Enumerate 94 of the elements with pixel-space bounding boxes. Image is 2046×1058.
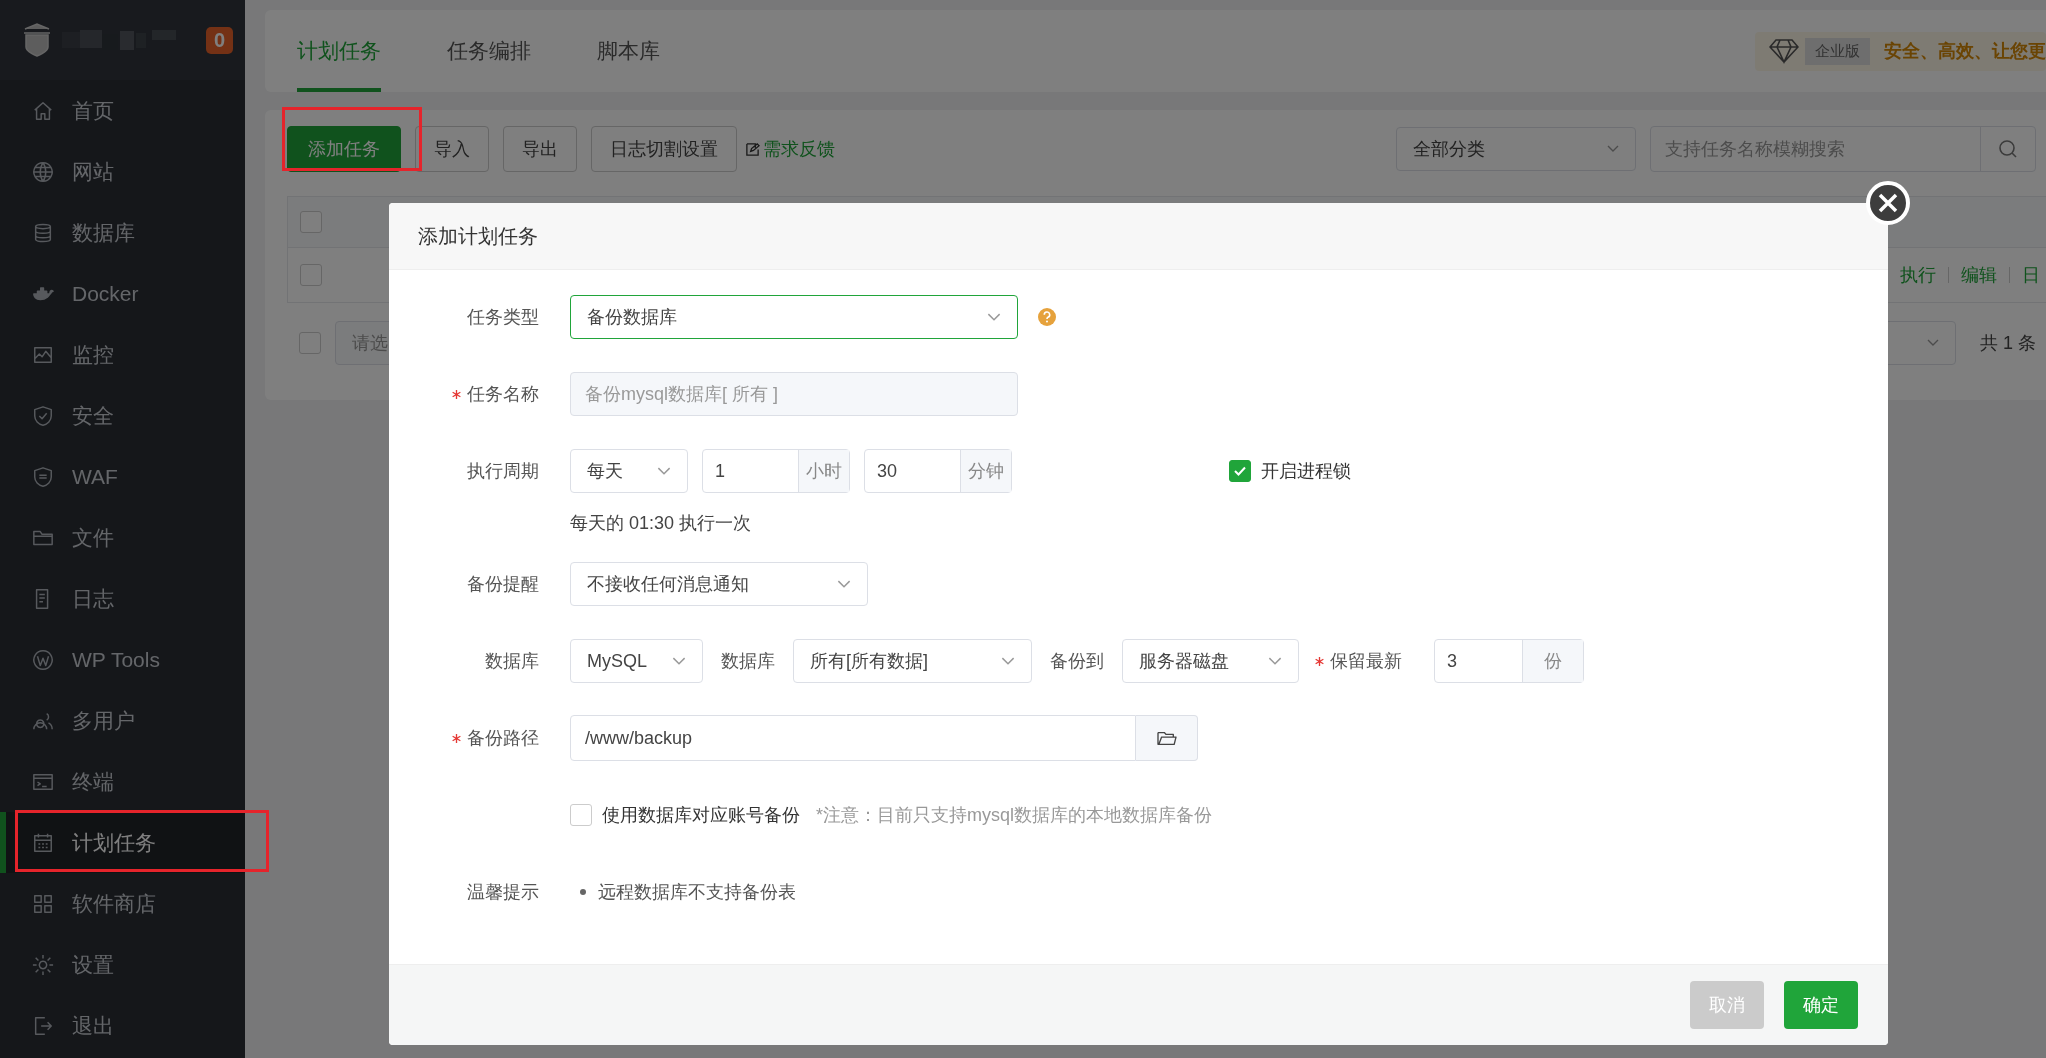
dialog-button[interactable]: 确定 bbox=[1784, 981, 1858, 1029]
total-count: 共 1 条 bbox=[1980, 332, 2036, 355]
field-label: 数据库 bbox=[720, 650, 776, 673]
toolbar-button[interactable]: 导出 bbox=[503, 126, 577, 172]
checkbox[interactable] bbox=[300, 264, 322, 286]
sidebar-item[interactable]: 网站 bbox=[0, 141, 245, 202]
field-label: 数据库 bbox=[485, 650, 539, 673]
field-label: 备份路径 bbox=[467, 727, 539, 750]
keep-count-field[interactable]: 3 份 bbox=[1434, 639, 1584, 683]
house-icon bbox=[32, 99, 54, 122]
tab[interactable]: 任务编排 bbox=[447, 10, 531, 92]
sidebar-item[interactable]: WAF bbox=[0, 446, 245, 507]
field-label: 备份提醒 bbox=[467, 573, 539, 596]
tab[interactable]: 脚本库 bbox=[597, 10, 660, 92]
folder-button[interactable] bbox=[1136, 715, 1198, 761]
database-icon bbox=[32, 221, 54, 244]
sidebar-item[interactable]: Docker bbox=[0, 263, 245, 324]
field-label: 任务类型 bbox=[467, 306, 539, 329]
sidebar-item[interactable]: 首页 bbox=[0, 80, 245, 141]
cycle-select[interactable]: 每天 bbox=[570, 449, 688, 493]
db-type-select[interactable]: MySQL bbox=[570, 639, 703, 683]
diamond-icon bbox=[1769, 38, 1799, 64]
checkbox[interactable] bbox=[299, 332, 321, 354]
backup-target-select[interactable]: 服务器磁盘 bbox=[1122, 639, 1299, 683]
globe-icon bbox=[32, 160, 54, 183]
toolbar-button[interactable]: 日志切割设置 bbox=[591, 126, 737, 172]
promo-banner[interactable]: 企业版 安全、高效、让您更 bbox=[1755, 31, 2046, 71]
minute-field[interactable]: 30 分钟 bbox=[864, 449, 1012, 493]
caret-icon bbox=[672, 656, 686, 666]
shield-icon bbox=[32, 465, 54, 488]
caret-icon bbox=[1001, 656, 1015, 666]
checkbox[interactable] bbox=[570, 804, 592, 826]
edition-tag: 企业版 bbox=[1805, 37, 1870, 65]
search-icon bbox=[1998, 139, 2018, 159]
grid-icon bbox=[32, 892, 54, 915]
sidebar-item[interactable]: 文件 bbox=[0, 507, 245, 568]
tab[interactable]: 计划任务 bbox=[297, 10, 381, 92]
sidebar-item[interactable]: 退出 bbox=[0, 995, 245, 1056]
check-icon bbox=[1233, 464, 1247, 478]
caret-icon bbox=[657, 466, 671, 476]
dialog-title: 添加计划任务 bbox=[418, 223, 538, 249]
field-label: 备份到 bbox=[1049, 650, 1105, 673]
sidebar-item[interactable]: WP Tools bbox=[0, 629, 245, 690]
sidebar-item[interactable]: 日志 bbox=[0, 568, 245, 629]
sidebar-item[interactable]: 多用户 bbox=[0, 690, 245, 751]
caret-icon bbox=[837, 579, 851, 589]
logo-icon bbox=[22, 23, 52, 57]
schedule-hint: 每天的 01:30 执行一次 bbox=[570, 513, 752, 533]
sidebar-item[interactable]: 计划任务 bbox=[0, 812, 245, 873]
bullet-icon bbox=[580, 889, 586, 895]
unit-label: 份 bbox=[1522, 640, 1583, 682]
slogan-text: 安全、高效、让您更 bbox=[1884, 40, 2046, 63]
sidebar-item[interactable]: 数据库 bbox=[0, 202, 245, 263]
caret-icon bbox=[987, 312, 1001, 322]
unit-label: 分钟 bbox=[960, 450, 1011, 492]
toolbar-button[interactable]: 导入 bbox=[415, 126, 489, 172]
settings-icon bbox=[32, 953, 54, 976]
category-select[interactable]: 全部分类 bbox=[1396, 127, 1636, 171]
tip-text: 远程数据库不支持备份表 bbox=[598, 881, 796, 904]
sidebar-item[interactable]: 软件商店 bbox=[0, 873, 245, 934]
row-action-link[interactable]: 编辑 bbox=[1961, 263, 1997, 287]
notification-badge[interactable]: 0 bbox=[205, 26, 233, 54]
calendar-icon bbox=[32, 831, 54, 854]
folder-icon bbox=[1155, 729, 1178, 747]
sidebar-item[interactable]: 终端 bbox=[0, 751, 245, 812]
hour-field[interactable]: 1 小时 bbox=[702, 449, 850, 493]
checkbox[interactable] bbox=[300, 211, 322, 233]
checkbox-label: 开启进程锁 bbox=[1261, 460, 1351, 483]
logout-icon bbox=[32, 1014, 54, 1037]
row-action-link[interactable]: 日 bbox=[2022, 263, 2040, 287]
field-label: 保留最新 bbox=[1330, 650, 1403, 673]
database-select[interactable]: 所有[所有数据] bbox=[793, 639, 1032, 683]
task-type-select[interactable]: 备份数据库 bbox=[570, 295, 1018, 339]
toolbar-button[interactable]: 添加任务 bbox=[287, 126, 401, 172]
shield-icon bbox=[32, 404, 54, 427]
field-label: 执行周期 bbox=[467, 460, 539, 483]
notify-select[interactable]: 不接收任何消息通知 bbox=[570, 562, 868, 606]
note-text: *注意：目前只支持mysql数据库的本地数据库备份 bbox=[816, 804, 1212, 827]
sidebar-item[interactable]: 安全 bbox=[0, 385, 245, 446]
unit-label: 小时 bbox=[798, 450, 849, 492]
row-action-link[interactable]: 执行 bbox=[1900, 263, 1936, 287]
checkbox[interactable] bbox=[1229, 460, 1251, 482]
feedback-link[interactable]: 需求反馈 bbox=[745, 137, 835, 161]
field-label: 任务名称 bbox=[467, 383, 539, 406]
help-icon[interactable] bbox=[1038, 308, 1056, 326]
caret-icon bbox=[1607, 145, 1619, 153]
caret-icon bbox=[1927, 339, 1939, 347]
backup-path-field[interactable]: /www/backup bbox=[570, 715, 1136, 761]
edit-icon bbox=[745, 141, 760, 157]
sidebar-item[interactable]: 监控 bbox=[0, 324, 245, 385]
field-label: 温馨提示 bbox=[467, 881, 539, 904]
checkbox-label: 使用数据库对应账号备份 bbox=[602, 804, 800, 827]
sidebar-item[interactable]: 设置 bbox=[0, 934, 245, 995]
caret-icon bbox=[1268, 656, 1282, 666]
